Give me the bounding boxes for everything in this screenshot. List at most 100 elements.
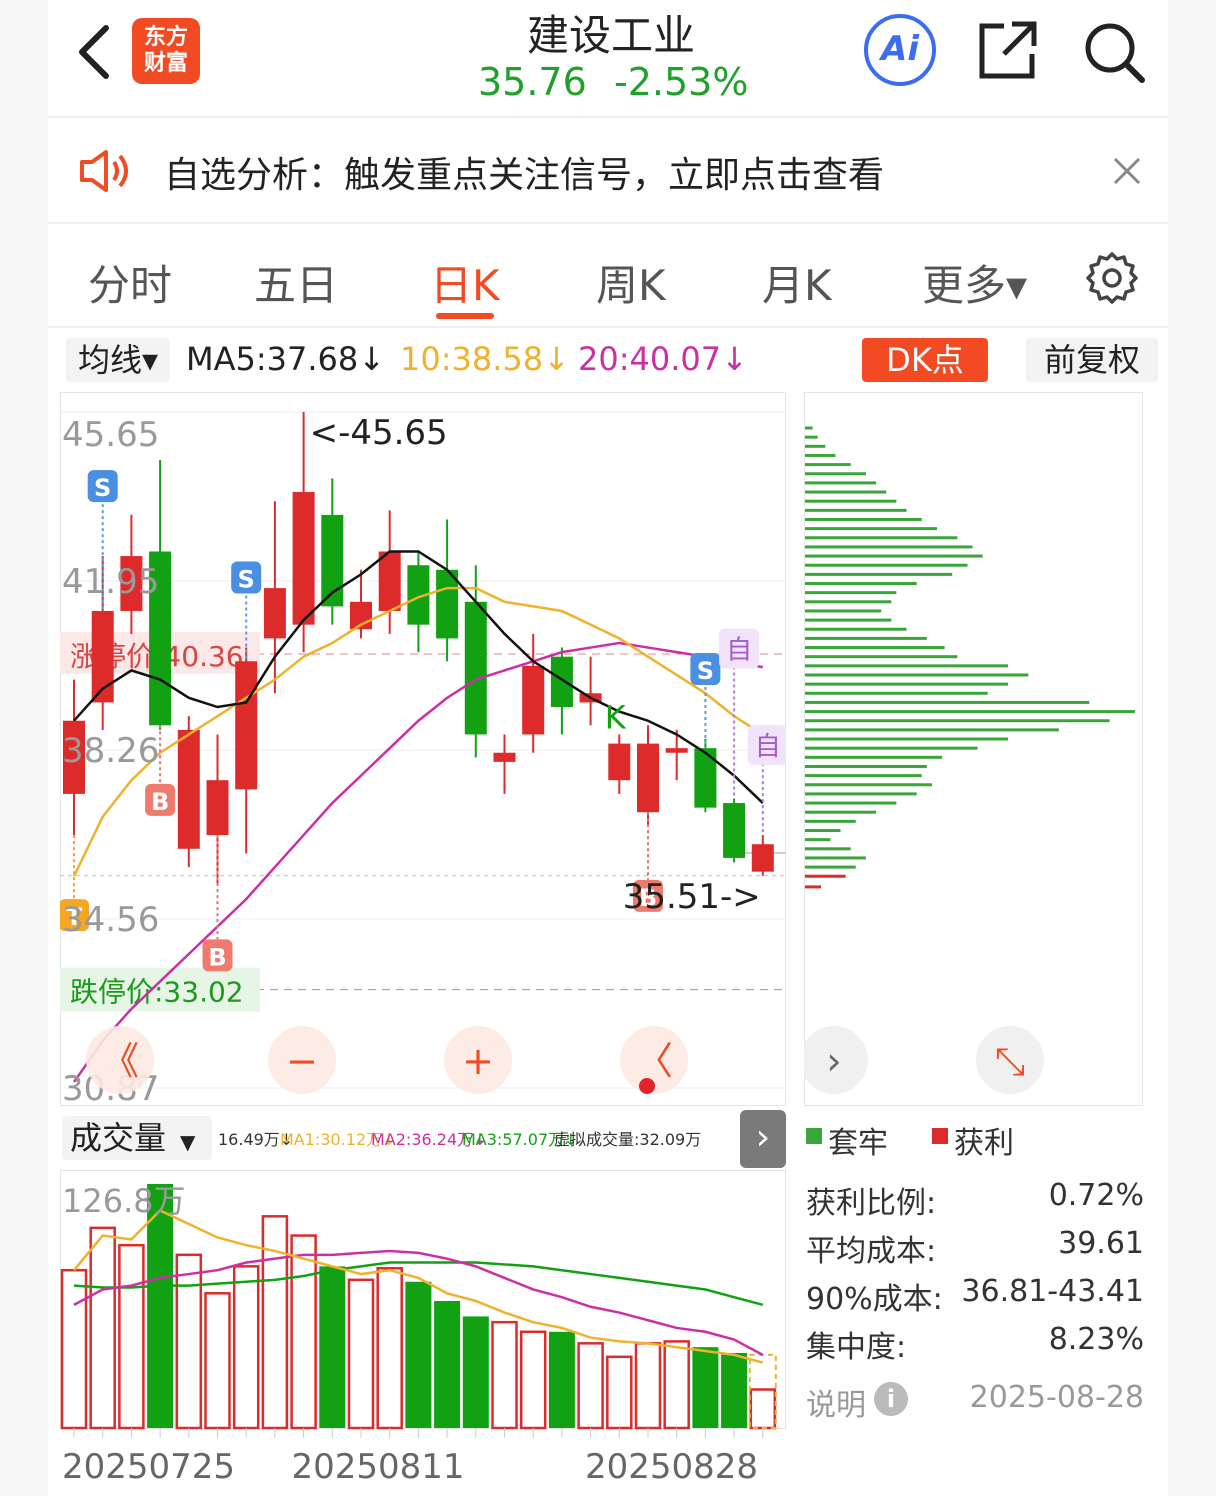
expand-indicator-button[interactable]: › [740, 1110, 786, 1168]
candle-body [378, 551, 401, 611]
volume-bar [692, 1347, 719, 1428]
self-signal-label: 自 [755, 732, 781, 762]
volume-bar [60, 1268, 88, 1430]
chip-bar [805, 563, 968, 567]
chip-bar [805, 646, 945, 650]
volume-bar [634, 1342, 662, 1430]
chip-bar [805, 472, 866, 476]
tab-five-day[interactable]: 五日 [254, 252, 338, 313]
chip-bar [805, 618, 892, 622]
tab-more[interactable]: 更多▾ [922, 252, 1027, 313]
chip-bar [805, 655, 958, 659]
legend-profit: 获利 [954, 1126, 1014, 1161]
chip-bar [805, 600, 892, 604]
x-axis-label: 20250828 [585, 1447, 758, 1487]
info-icon[interactable]: i [874, 1382, 908, 1416]
candle-body [206, 780, 229, 836]
share-icon[interactable] [976, 18, 1040, 82]
volume-title: 成交量 [70, 1119, 167, 1157]
chip-bar [805, 572, 953, 576]
chip-bar [805, 746, 978, 750]
stat-label: 平均成本: [806, 1234, 937, 1269]
candle-body [464, 601, 487, 735]
search-icon[interactable] [1082, 20, 1146, 84]
y-axis-label: 41.95 [62, 562, 159, 602]
volume-bar [548, 1331, 575, 1428]
x-axis-label: 20250725 [62, 1447, 235, 1487]
chip-bar [805, 691, 988, 695]
chip-bar [805, 435, 818, 439]
stock-name: 建设工业 [526, 11, 695, 60]
chip-bar [805, 728, 1059, 732]
stat-value: 39.61 [1058, 1226, 1144, 1261]
volume-bar [491, 1320, 518, 1430]
candle-body [522, 665, 545, 735]
y-axis-label: 34.56 [62, 900, 159, 940]
chip-bar [805, 792, 917, 796]
chip-bar [805, 783, 932, 787]
app-frame: 东方 财富 建设工业 35.76 -2.53% Ai 自选分析：触发重点关注信号… [48, 0, 1168, 1496]
chip-bar [805, 838, 831, 842]
chip-bar [805, 517, 922, 521]
legend-trap-swatch [806, 1128, 822, 1144]
y-axis-label: 38.26 [62, 731, 159, 771]
chip-distribution-chart[interactable]: › ⤡ [804, 392, 1144, 1106]
low-price-annotation: 35.51-> [623, 877, 761, 917]
x-axis-label: 20250811 [291, 1447, 464, 1487]
ma-select[interactable]: 均线▾ [66, 338, 170, 382]
active-tab-indicator [436, 313, 494, 319]
dk-point-button[interactable]: DK点 [862, 338, 988, 382]
candle-body [235, 661, 258, 790]
tab-daily-k[interactable]: 日K [430, 252, 500, 313]
close-icon[interactable] [1112, 156, 1142, 186]
app-logo: 东方 财富 [132, 18, 200, 84]
chip-bar [805, 453, 836, 457]
chip-bar [805, 828, 841, 832]
tab-weekly-k[interactable]: 周K [596, 252, 666, 313]
volume-bar [462, 1316, 489, 1428]
chip-bar [805, 874, 846, 878]
chip-bar [805, 481, 877, 485]
notice-text[interactable]: 自选分析：触发重点关注信号，立即点击查看 [164, 146, 884, 198]
chip-nav-icon: ⤡ [995, 1039, 1025, 1083]
volume-bar [89, 1226, 116, 1430]
chip-bar [805, 810, 877, 814]
high-price-annotation: <-45.65 [310, 413, 448, 453]
volume-chart[interactable]: 126.8万 20250725 20250811 20250828 [60, 1170, 786, 1496]
volume-bar [434, 1300, 461, 1428]
self-signal-label: 自 [726, 635, 752, 665]
chip-date: 2025-08-28 [969, 1380, 1144, 1415]
volume-bar [606, 1355, 633, 1430]
note-link[interactable]: 说明 [806, 1380, 866, 1424]
back-icon[interactable] [74, 22, 114, 82]
divider [48, 116, 1168, 118]
chip-bar [805, 582, 917, 586]
speaker-icon [80, 150, 128, 192]
chip-bar [805, 545, 973, 549]
tab-minute[interactable]: 分时 [88, 252, 172, 313]
volume-bar [749, 1388, 777, 1430]
chip-bar [805, 463, 851, 467]
volume-bar [405, 1281, 432, 1428]
ai-assistant-button[interactable]: Ai [864, 14, 936, 86]
chip-bar [805, 847, 851, 851]
stat-value: 8.23% [1048, 1322, 1144, 1357]
red-dot [639, 1078, 655, 1094]
volume-indicator-select[interactable]: 成交量 ▼ [62, 1116, 212, 1160]
chart-nav-icon: 《 [101, 1039, 139, 1083]
volume-bar [721, 1352, 748, 1428]
chip-bar [805, 719, 1110, 723]
chip-bar [805, 764, 927, 768]
divider [48, 222, 1168, 224]
stock-price: 35.76 [478, 60, 587, 104]
chip-bar [805, 673, 1029, 677]
chip-bar [805, 682, 1009, 686]
gear-icon[interactable] [1084, 250, 1140, 306]
chip-bar [805, 554, 983, 558]
tab-monthly-k[interactable]: 月K [762, 252, 832, 313]
stat-label: 获利比例: [806, 1186, 937, 1221]
chip-bar [805, 700, 1090, 704]
chart-nav-icon: + [462, 1039, 494, 1083]
adjust-mode-button[interactable]: 前复权 [1026, 338, 1158, 382]
candlestick-chart[interactable]: 涨停价:40.36跌停价:33.02SSSBBBTK自自45.6541.9538… [60, 392, 786, 1106]
